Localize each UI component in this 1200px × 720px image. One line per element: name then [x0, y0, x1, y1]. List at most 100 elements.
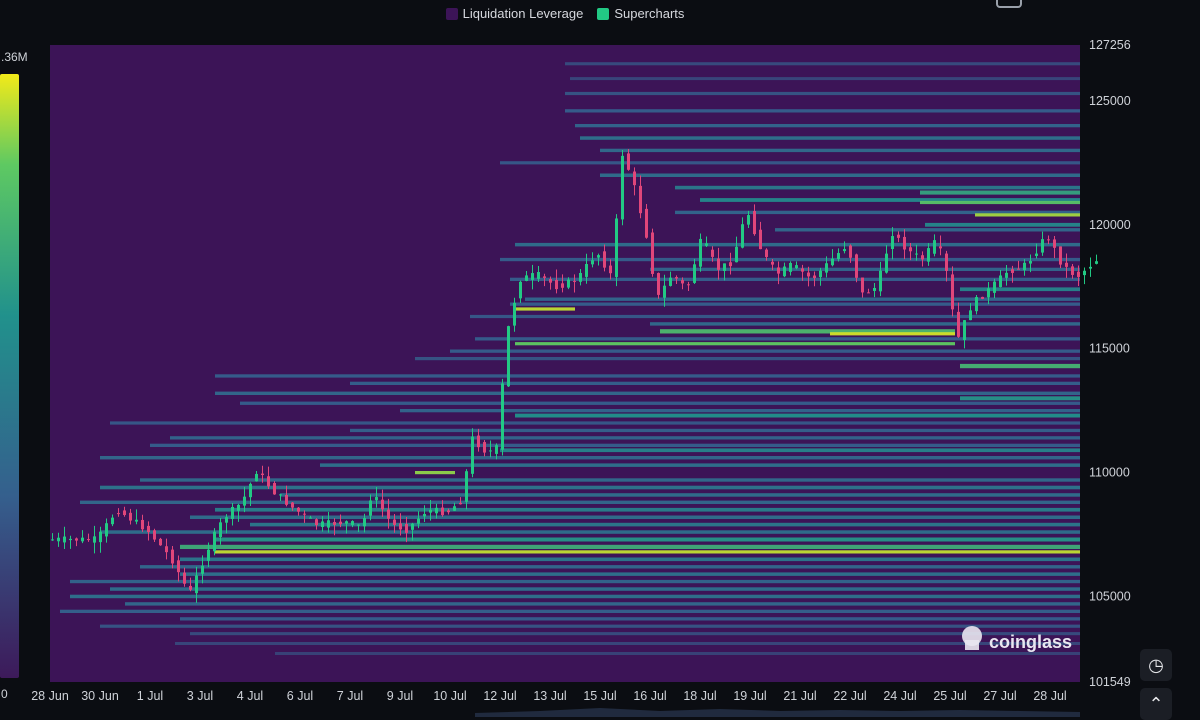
liquidation-band — [500, 161, 1080, 165]
liquidation-band — [180, 544, 1080, 549]
liquidation-band — [650, 267, 1080, 271]
liquidation-band — [830, 332, 955, 336]
liquidation-band — [350, 381, 1080, 385]
x-tick-label: 4 Jul — [237, 689, 263, 703]
liquidation-band — [975, 213, 1080, 217]
y-tick-label: 127256 — [1089, 38, 1131, 52]
x-tick-label: 16 Jul — [633, 689, 666, 703]
liquidation-band — [580, 136, 1080, 140]
liquidation-band — [150, 443, 1080, 447]
liquidation-band — [100, 530, 1080, 534]
liquidation-band — [960, 287, 1080, 292]
liquidation-band — [565, 91, 1080, 96]
candle — [1083, 267, 1086, 285]
color-scale: .36M 0 — [0, 50, 28, 701]
liquidation-band — [600, 148, 1080, 153]
liquidation-band — [70, 594, 1080, 599]
x-tick-label: 1 Jul — [137, 689, 163, 703]
liquidation-band — [215, 391, 1080, 395]
liquidation-band — [960, 363, 1080, 369]
x-axis: 28 Jun 30 Jun 1 Jul 3 Jul 4 Jul 6 Jul 7 Jul 9 J… — [31, 689, 1066, 703]
candle — [501, 378, 504, 456]
liquidation-band — [170, 436, 1080, 440]
liquidation-band — [525, 297, 1080, 301]
settings-button[interactable]: ◷ — [1140, 649, 1172, 681]
x-tick-label: 28 Jul — [1033, 689, 1066, 703]
clock-icon: ◷ — [1148, 654, 1164, 675]
x-tick-label: 13 Jul — [533, 689, 566, 703]
liquidation-band — [215, 507, 1080, 512]
liquidation-band — [920, 190, 1080, 195]
color-scale-max-label: .36M — [1, 50, 28, 64]
x-tick-label: 25 Jul — [933, 689, 966, 703]
liquidation-band — [565, 62, 1080, 66]
liquidation-band — [515, 413, 1080, 418]
liquidation-band — [775, 228, 1080, 232]
y-tick-label: 105000 — [1089, 589, 1131, 603]
liquidation-band — [500, 448, 1080, 453]
liquidation-band — [110, 421, 1080, 425]
candle — [507, 325, 510, 387]
liquidation-band — [600, 173, 1080, 177]
y-tick-label: 115000 — [1089, 342, 1130, 356]
x-tick-label: 12 Jul — [483, 689, 516, 703]
liquidation-band — [250, 522, 1080, 527]
x-tick-label: 7 Jul — [337, 689, 363, 703]
candle — [615, 214, 618, 287]
color-scale-min-label: 0 — [1, 687, 8, 701]
liquidation-band — [215, 550, 1080, 554]
color-scale-bar — [0, 74, 19, 678]
liquidation-band — [575, 124, 1080, 128]
liquidation-band — [415, 471, 455, 475]
watermark-text: coinglass — [989, 632, 1072, 652]
liquidation-band — [920, 200, 1080, 205]
x-tick-label: 10 Jul — [433, 689, 466, 703]
x-tick-label: 24 Jul — [883, 689, 916, 703]
liquidation-band — [125, 602, 1080, 606]
bottom-navigator-strip — [475, 708, 1080, 717]
candle — [213, 528, 216, 556]
y-tick-label: 120000 — [1089, 218, 1131, 232]
liquidation-band — [70, 579, 1080, 584]
y-axis: 127256 125000 120000 115000 110000 105000 1015… — [1089, 38, 1131, 689]
candle — [699, 233, 702, 272]
liquidation-band — [515, 307, 575, 311]
x-tick-label: 27 Jul — [983, 689, 1016, 703]
x-tick-label: 6 Jul — [287, 689, 313, 703]
x-tick-label: 18 Jul — [683, 689, 716, 703]
y-tick-label: 101549 — [1089, 675, 1131, 689]
liquidation-band — [140, 478, 1080, 482]
scroll-up-button[interactable]: ⌃ — [1140, 688, 1172, 720]
candle — [621, 149, 624, 226]
liquidation-band — [190, 632, 1080, 636]
liquidation-band — [80, 500, 1080, 504]
candle — [1089, 257, 1092, 277]
x-tick-label: 22 Jul — [833, 689, 866, 703]
liquidation-heatmap-chart: 127256 125000 120000 115000 110000 105000 1015… — [0, 38, 1131, 717]
liquidation-band — [515, 242, 1080, 247]
candle — [1095, 254, 1098, 265]
candle — [651, 228, 654, 277]
x-tick-label: 30 Jun — [81, 689, 119, 703]
candle — [981, 296, 984, 300]
liquidation-band — [215, 537, 1080, 542]
chevron-up-icon: ⌃ — [1148, 693, 1164, 714]
liquidation-band — [515, 342, 955, 346]
liquidation-band — [415, 357, 1080, 361]
liquidation-band — [175, 642, 1080, 645]
liquidation-band — [280, 493, 1080, 497]
liquidation-band — [925, 222, 1080, 227]
liquidation-band — [100, 456, 1080, 460]
y-tick-label: 110000 — [1089, 466, 1130, 480]
liquidation-band — [215, 374, 1080, 378]
liquidation-band — [180, 557, 1080, 562]
liquidation-band — [650, 322, 1080, 326]
liquidation-band — [470, 314, 1080, 319]
liquidation-band — [60, 609, 1080, 613]
candle — [159, 537, 162, 546]
candle — [645, 203, 648, 239]
liquidation-band — [565, 109, 1080, 113]
liquidation-band — [110, 587, 1080, 591]
liquidation-band — [180, 572, 1080, 576]
liquidation-band — [960, 396, 1080, 401]
